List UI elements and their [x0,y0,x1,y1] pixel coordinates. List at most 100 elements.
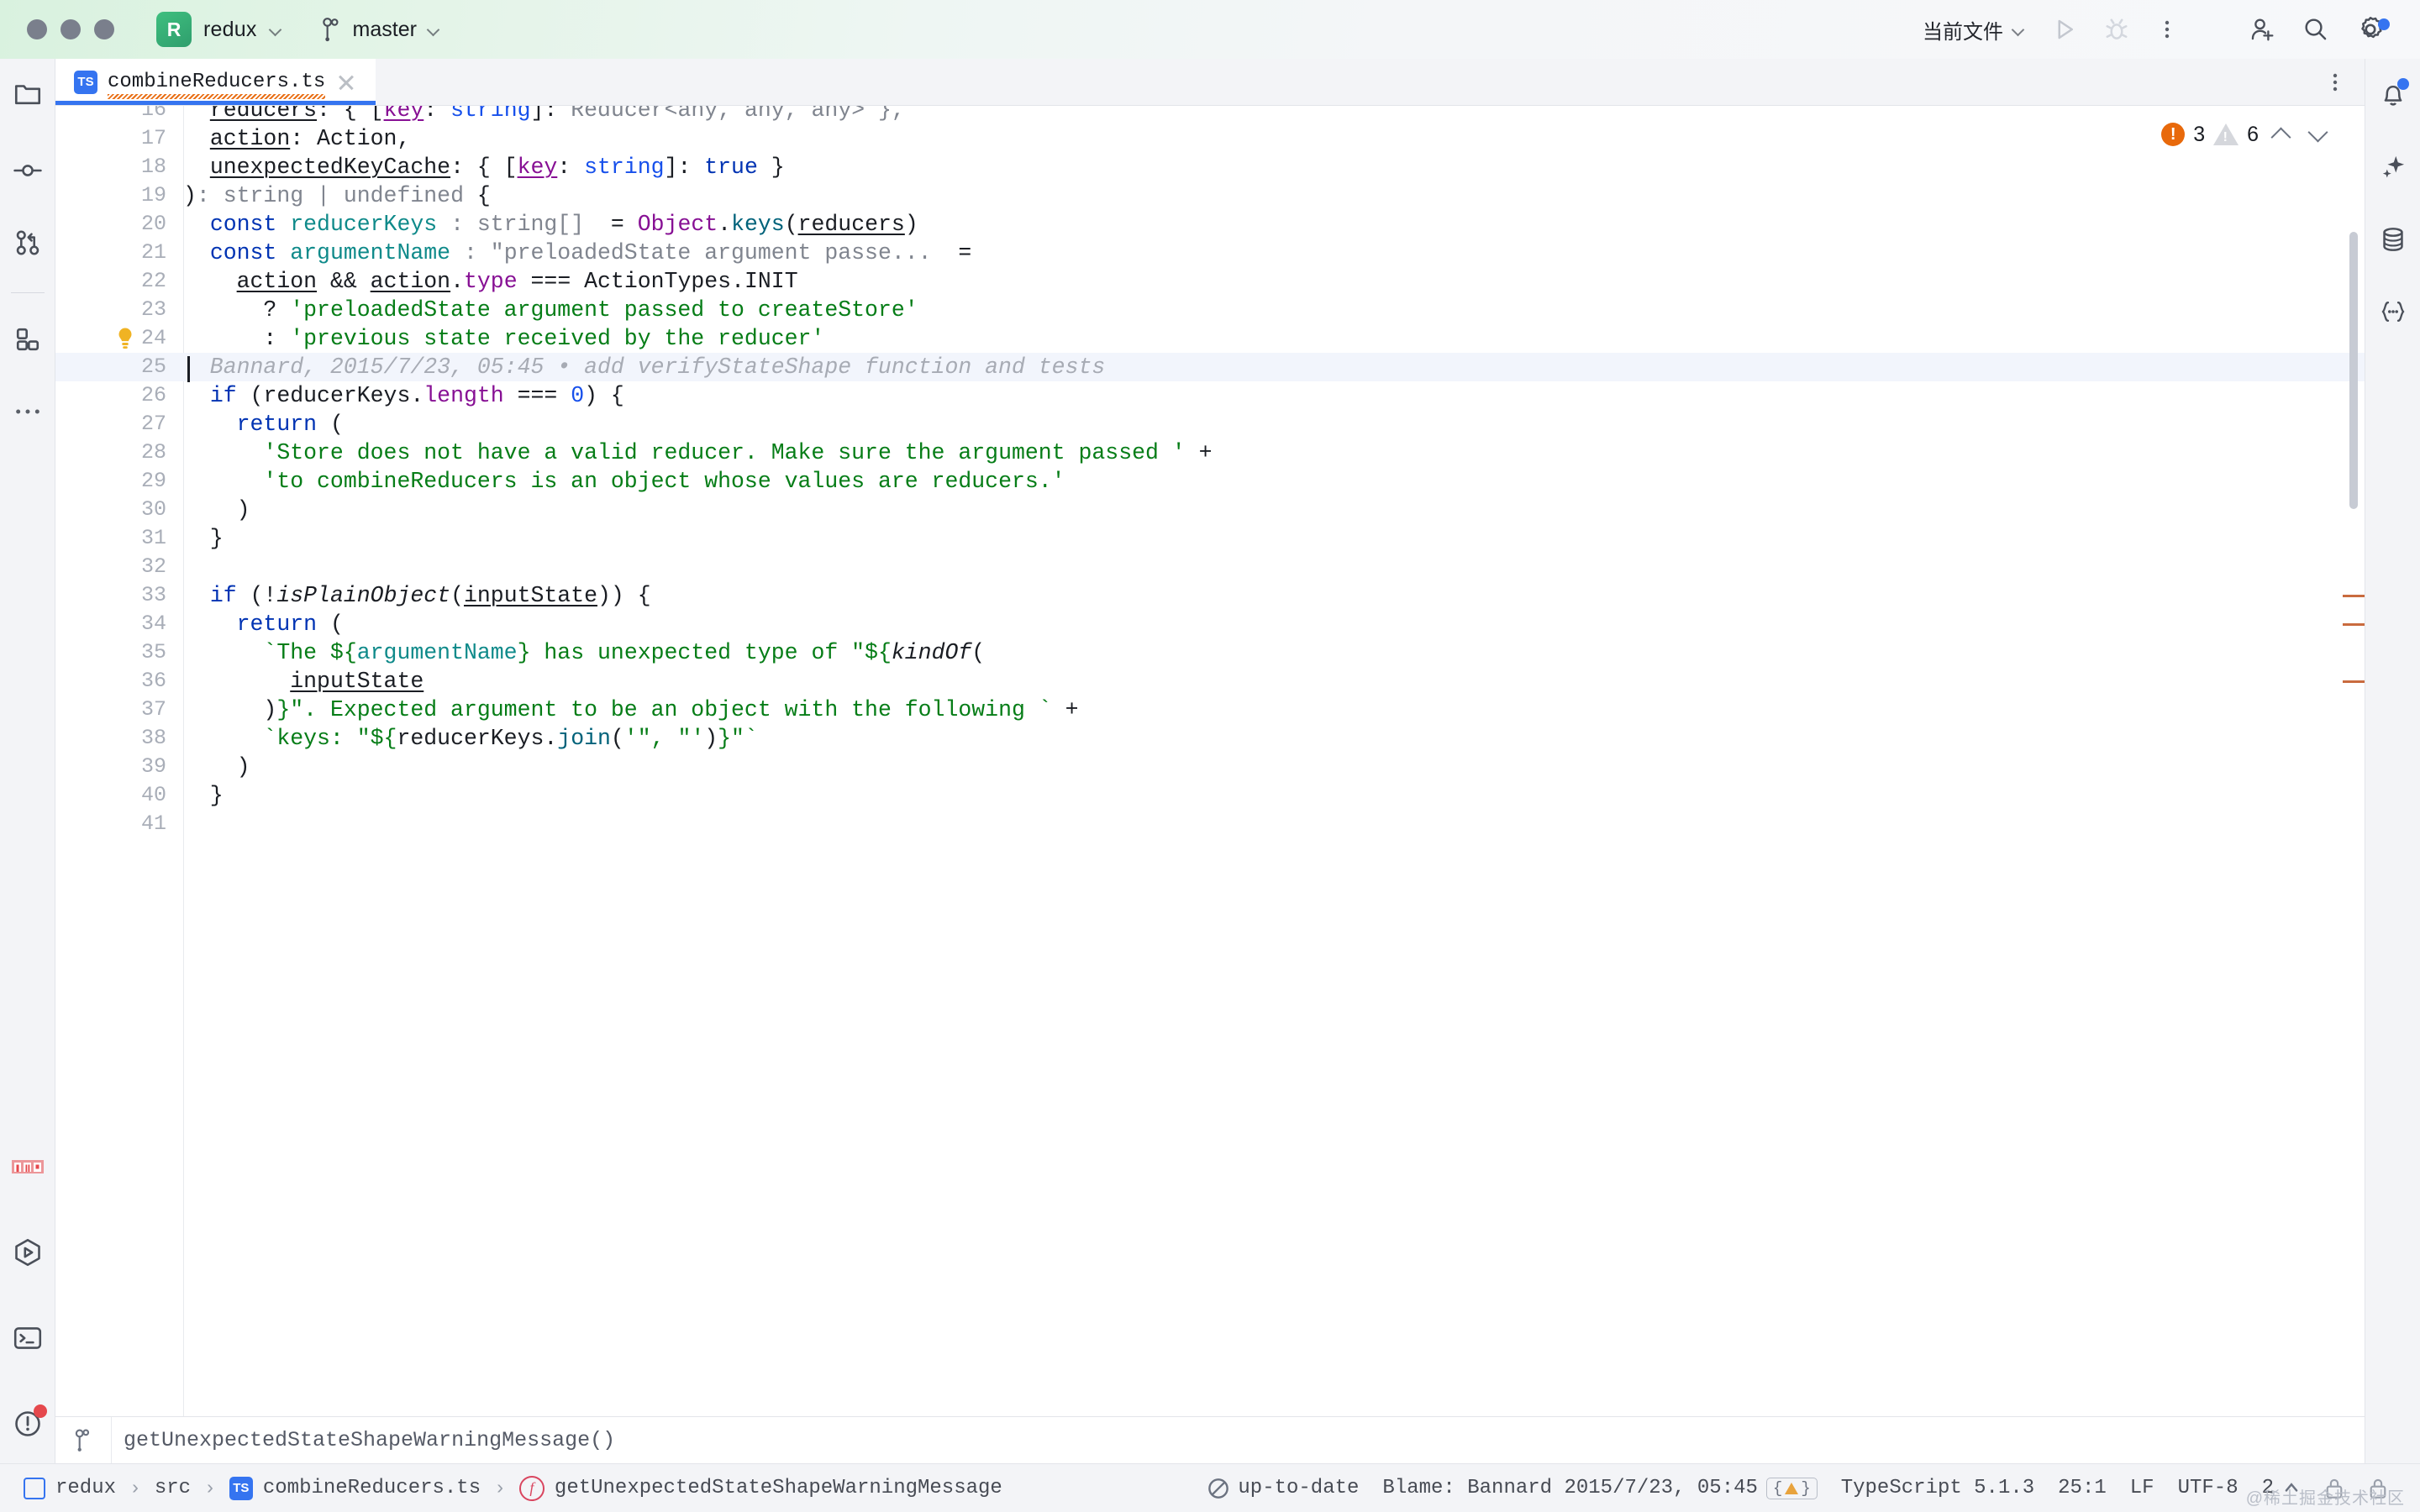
line-number[interactable]: 20 [55,210,183,239]
code-line[interactable]: 16 reducers: { [key: string]: Reducer<an… [55,106,2365,124]
line-number[interactable]: 16 [55,106,183,124]
code-line[interactable]: 35 `The ${argumentName} has unexpected t… [55,638,2365,667]
code-line[interactable]: 18 unexpectedKeyCache: { [key: string]: … [55,153,2365,181]
line-number[interactable]: 26 [55,381,183,410]
line-number[interactable]: 29 [55,467,183,496]
settings-button[interactable] [2343,7,2398,52]
code-line[interactable]: 29 'to combineReducers is an object whos… [55,467,2365,496]
code-line[interactable]: 20 const reducerKeys : string[] = Object… [55,210,2365,239]
code-line[interactable]: 21 const argumentName : "preloadedState … [55,239,2365,267]
minimize-window-button[interactable] [60,19,81,39]
code-line[interactable]: 17 action: Action, [55,124,2365,153]
code-editor[interactable]: 16 reducers: { [key: string]: Reducer<an… [55,106,2365,1416]
npm-icon[interactable] [3,1142,52,1191]
code-line-text: ) [183,754,250,780]
breadcrumb-item-function[interactable]: f getUnexpectedStateShapeWarningMessage [518,1475,1002,1501]
line-number[interactable]: 41 [55,810,183,838]
code-line[interactable]: 26 if (reducerKeys.length === 0) { [55,381,2365,410]
commit-icon[interactable] [3,146,52,195]
editor-tab-combineReducers[interactable]: TS combineReducers.ts [55,59,376,105]
line-number[interactable]: 32 [55,553,183,581]
blame-widget[interactable]: Blame: Bannard 2015/7/23, 05:45 {} [1370,1477,1828,1499]
code-line[interactable]: 19): string | undefined { [55,181,2365,210]
language-version-widget[interactable]: TypeScript 5.1.3 [1829,1477,2046,1499]
line-number[interactable]: 28 [55,438,183,467]
notifications-icon[interactable] [2369,71,2417,119]
close-tab-icon[interactable] [335,71,357,93]
code-line[interactable]: 32 [55,553,2365,581]
problems-icon[interactable] [3,1399,52,1448]
code-line[interactable]: 41 [55,810,2365,838]
line-number[interactable]: 38 [55,724,183,753]
tab-options-button[interactable] [2324,59,2365,105]
previous-problem-button[interactable] [2267,120,2296,149]
search-everywhere-button[interactable] [2289,7,2343,52]
line-number[interactable]: 24 [55,324,183,353]
line-number[interactable]: 39 [55,753,183,781]
line-number[interactable]: 21 [55,239,183,267]
line-number[interactable]: 30 [55,496,183,524]
code-line[interactable]: 37 )}". Expected argument to be an objec… [55,696,2365,724]
line-number[interactable]: 23 [55,296,183,324]
maximize-window-button[interactable] [94,19,114,39]
inspection-widget[interactable]: ! 3 6 [2153,114,2341,155]
next-problem-button[interactable] [2304,120,2333,149]
caret-position-widget[interactable]: 25:1 [2046,1477,2118,1499]
breadcrumb-item-project[interactable]: redux [24,1477,116,1499]
close-window-button[interactable] [27,19,47,39]
line-number[interactable]: 40 [55,781,183,810]
line-separator-widget[interactable]: LF [2118,1477,2166,1499]
line-number[interactable]: 37 [55,696,183,724]
more-actions-button[interactable] [2143,7,2191,52]
debug-button[interactable] [2091,7,2143,52]
line-number[interactable]: 34 [55,610,183,638]
run-configuration-selector[interactable]: 当前文件 [1909,7,2039,52]
code-line[interactable]: 31 } [55,524,2365,553]
code-line[interactable]: 38 `keys: "${reducerKeys.join('", "')}"` [55,724,2365,753]
code-line[interactable]: 33 if (!isPlainObject(inputState)) { [55,581,2365,610]
code-line[interactable]: 34 return ( [55,610,2365,638]
code-line[interactable]: 36 inputState [55,667,2365,696]
line-number[interactable]: 35 [55,638,183,667]
database-icon[interactable] [2369,215,2417,264]
breadcrumb-item-file[interactable]: TS combineReducers.ts [229,1476,481,1500]
pull-requests-icon[interactable] [3,218,52,267]
code-line[interactable]: 24 : 'previous state received by the red… [55,324,2365,353]
run-button[interactable] [2039,7,2091,52]
line-number[interactable]: 19 [55,181,183,210]
branch-selector[interactable]: master [321,17,440,42]
line-number[interactable]: 33 [55,581,183,610]
terminal-icon[interactable] [3,1314,52,1362]
code-line[interactable]: 22 action && action.type === ActionTypes… [55,267,2365,296]
encoding-widget[interactable]: UTF-8 [2166,1477,2250,1499]
project-selector[interactable]: R redux [156,12,282,47]
code-line[interactable]: 25 Bannard, 2015/7/23, 05:45 • add verif… [55,353,2365,382]
structure-icon[interactable] [3,315,52,364]
run-tool-window-icon[interactable] [3,1228,52,1277]
line-number[interactable]: 31 [55,524,183,553]
vcs-status-widget[interactable]: up-to-date [1196,1477,1370,1499]
code-style-icon[interactable]: {} [1765,1477,1818,1499]
json-icon[interactable] [2369,287,2417,336]
code-line[interactable]: 27 return ( [55,410,2365,438]
line-number[interactable]: 18 [55,153,183,181]
line-number[interactable]: 27 [55,410,183,438]
more-tool-windows-icon[interactable] [3,387,52,436]
line-number[interactable]: 25 [55,353,183,381]
add-collaborator-button[interactable] [2235,7,2289,52]
line-number[interactable]: 17 [55,124,183,153]
breadcrumb-item-src[interactable]: src [155,1477,191,1499]
breadcrumb-label: src [154,1477,192,1499]
ai-assistant-icon[interactable] [2369,143,2417,192]
line-number[interactable]: 36 [55,667,183,696]
code-line[interactable]: 39 ) [55,753,2365,781]
code-line-text: Bannard, 2015/7/23, 05:45 • add verifySt… [183,354,1106,380]
project-files-icon[interactable] [3,69,52,118]
line-number[interactable]: 22 [55,267,183,296]
code-line[interactable]: 40 } [55,781,2365,810]
code-line[interactable]: 30 ) [55,496,2365,524]
code-line[interactable]: 28 'Store does not have a valid reducer.… [55,438,2365,467]
window-controls[interactable] [0,19,114,39]
editor-vertical-scrollbar[interactable] [2349,232,2358,509]
code-line[interactable]: 23 ? 'preloadedState argument passed to … [55,296,2365,324]
